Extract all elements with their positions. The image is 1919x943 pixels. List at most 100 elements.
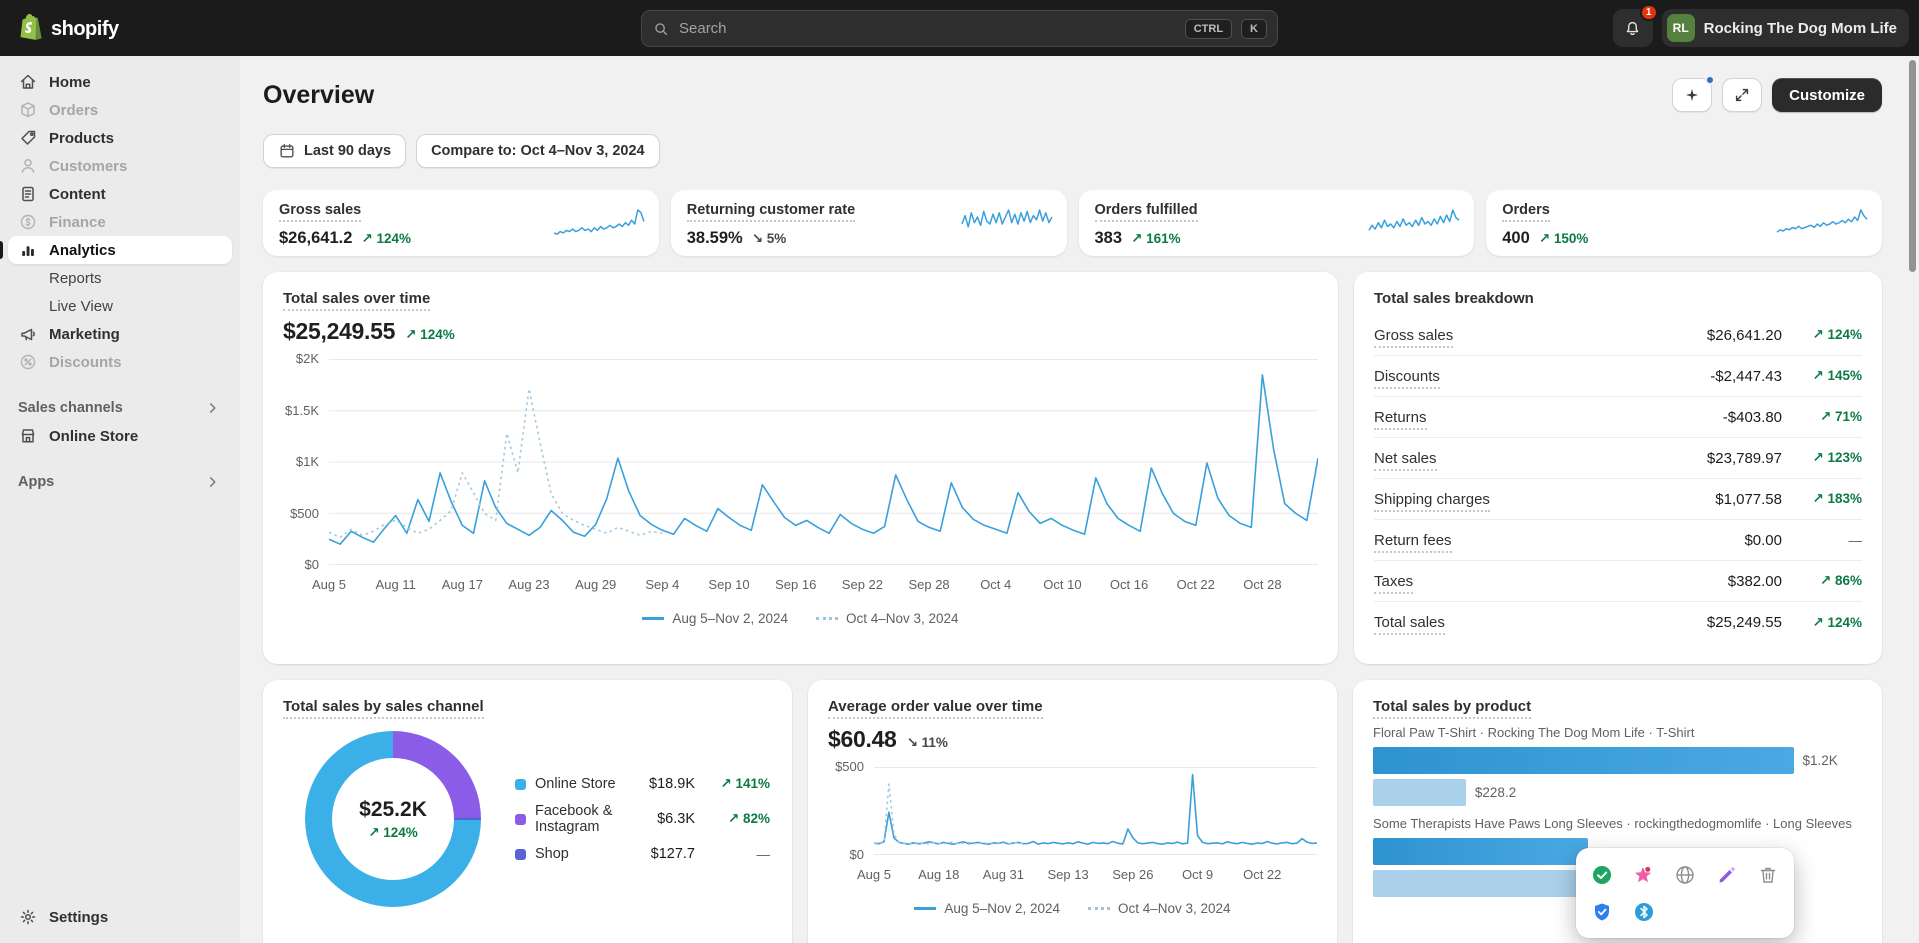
breakdown-value: $0.00 xyxy=(1744,532,1782,549)
x-axis-label: Oct 22 xyxy=(1177,577,1215,592)
plot-area: Aug 5Aug 11Aug 17Aug 23Aug 29Sep 4Sep 10… xyxy=(329,359,1318,601)
shopify-logo[interactable]: shopify xyxy=(18,13,119,45)
sidebar-item-discounts[interactable]: Discounts xyxy=(8,348,232,376)
breakdown-label: Discounts xyxy=(1374,368,1440,389)
sidebar-item-marketing[interactable]: Marketing xyxy=(8,320,232,348)
trash-icon[interactable] xyxy=(1756,863,1780,887)
sidebar-item-online-store[interactable]: Online Store xyxy=(8,422,232,450)
sidebar-item-settings[interactable]: Settings xyxy=(8,903,232,931)
product-name: Some Therapists Have Paws Long Sleeves ·… xyxy=(1373,816,1862,831)
channel-legend-row-online-store[interactable]: Online Store$18.9K↗ 141% xyxy=(515,776,770,792)
sidebar-item-content[interactable]: Content xyxy=(8,180,232,208)
metric-card-orders-fulfilled[interactable]: Orders fulfilled383↗ 161% xyxy=(1079,190,1475,256)
product-bar[interactable] xyxy=(1373,870,1578,897)
breakdown-row-gross-sales[interactable]: Gross sales$26,641.20↗ 124% xyxy=(1374,315,1862,356)
breakdown-value: $26,641.20 xyxy=(1707,327,1782,344)
product-bar[interactable] xyxy=(1373,838,1588,865)
breakdown-change: ↗ 86% xyxy=(1782,573,1862,589)
discounts-icon xyxy=(18,352,38,372)
search-placeholder: Search xyxy=(679,20,1176,37)
sales-channels-header[interactable]: Sales channels xyxy=(8,394,232,422)
breakdown-row-returns[interactable]: Returns-$403.80↗ 71% xyxy=(1374,397,1862,438)
metric-card-gross-sales[interactable]: Gross sales$26,641.2↗ 124% xyxy=(263,190,659,256)
breakdown-row-discounts[interactable]: Discounts-$2,447.43↗ 145% xyxy=(1374,356,1862,397)
card-title[interactable]: Total sales by sales channel xyxy=(283,698,772,715)
bar-value-label: $228.2 xyxy=(1475,785,1516,800)
legend-item[interactable]: Oct 4–Nov 3, 2024 xyxy=(816,611,959,626)
bluetooth-icon[interactable] xyxy=(1632,900,1656,924)
shield-icon[interactable] xyxy=(1590,900,1614,924)
metric-card-returning-customer-rate[interactable]: Returning customer rate38.59%↘ 5% xyxy=(671,190,1067,256)
product-group: Floral Paw T-Shirt · Rocking The Dog Mom… xyxy=(1373,725,1862,806)
metric-value: 383 xyxy=(1095,229,1123,248)
metric-card-orders[interactable]: Orders400↗ 150% xyxy=(1486,190,1882,256)
metric-label: Returning customer rate xyxy=(687,202,855,222)
legend-item[interactable]: Aug 5–Nov 2, 2024 xyxy=(914,901,1060,916)
sidebar-item-finance[interactable]: Finance xyxy=(8,208,232,236)
date-range-button[interactable]: Last 90 days xyxy=(263,134,406,168)
sidebar-item-home[interactable]: Home xyxy=(8,68,232,96)
sidebar-item-live-view[interactable]: Live View xyxy=(8,292,232,320)
check-icon[interactable] xyxy=(1590,863,1614,887)
metric-sparkline xyxy=(553,205,645,246)
apps-label: Apps xyxy=(18,474,54,490)
analytics-icon xyxy=(18,240,38,260)
product-bar[interactable] xyxy=(1373,779,1466,806)
y-axis-label: $0 xyxy=(305,557,319,572)
breakdown-row-taxes[interactable]: Taxes$382.00↗ 86% xyxy=(1374,561,1862,602)
store-menu[interactable]: RL Rocking The Dog Mom Life xyxy=(1662,9,1909,47)
breakdown-change: ↗ 123% xyxy=(1782,450,1862,466)
globe-icon[interactable] xyxy=(1673,863,1697,887)
donut-chart: $25.2K↗ 124% xyxy=(305,731,481,907)
search-bar[interactable]: Search CTRL K xyxy=(641,10,1278,47)
channel-legend-row-shop[interactable]: Shop$127.7— xyxy=(515,846,770,862)
legend-item[interactable]: Oct 4–Nov 3, 2024 xyxy=(1088,901,1231,916)
metric-change: ↗ 150% xyxy=(1539,231,1589,247)
sidebar-item-customers[interactable]: Customers xyxy=(8,152,232,180)
x-axis-label: Oct 10 xyxy=(1043,577,1081,592)
sidebar-item-orders[interactable]: Orders xyxy=(8,96,232,124)
donut-change: ↗ 124% xyxy=(368,825,418,841)
channel-label: Shop xyxy=(535,846,622,862)
avg-order-value: $60.48 xyxy=(828,726,897,753)
compare-button[interactable]: Compare to: Oct 4–Nov 3, 2024 xyxy=(416,134,660,168)
legend-item[interactable]: Aug 5–Nov 2, 2024 xyxy=(642,611,788,626)
channel-value: $6.3K xyxy=(631,811,695,827)
breakdown-row-shipping-charges[interactable]: Shipping charges$1,077.58↗ 183% xyxy=(1374,479,1862,520)
topbar-right: 1 RL Rocking The Dog Mom Life xyxy=(1613,9,1909,47)
card-title-text: Total sales breakdown xyxy=(1374,290,1534,309)
highlight-icon[interactable] xyxy=(1632,863,1656,887)
card-title[interactable]: Average order value over time xyxy=(828,698,1317,715)
fullscreen-button[interactable] xyxy=(1722,78,1762,112)
sidebar-item-reports[interactable]: Reports xyxy=(8,264,232,292)
pencil-icon[interactable] xyxy=(1715,863,1739,887)
orders-icon xyxy=(18,100,38,120)
finance-icon xyxy=(18,212,38,232)
breakdown-value: $25,249.55 xyxy=(1707,614,1782,631)
card-title-text: Total sales by product xyxy=(1373,698,1531,719)
store-icon xyxy=(18,426,38,446)
customize-button[interactable]: Customize xyxy=(1772,78,1882,112)
product-bar[interactable] xyxy=(1373,747,1794,774)
notification-dot xyxy=(1705,75,1715,85)
sidebar-item-products[interactable]: Products xyxy=(8,124,232,152)
insights-icon xyxy=(1683,86,1701,104)
breakdown-row-net-sales[interactable]: Net sales$23,789.97↗ 123% xyxy=(1374,438,1862,479)
legend-swatch-solid xyxy=(642,617,664,620)
card-title[interactable]: Total sales over time xyxy=(283,290,1318,307)
legend-label: Aug 5–Nov 2, 2024 xyxy=(944,901,1060,916)
card-title[interactable]: Total sales by product xyxy=(1373,698,1862,715)
scrollbar-thumb[interactable] xyxy=(1909,60,1916,272)
x-axis-label: Aug 31 xyxy=(983,867,1024,882)
breakdown-row-total-sales[interactable]: Total sales$25,249.55↗ 124% xyxy=(1374,602,1862,643)
notifications-button[interactable]: 1 xyxy=(1613,9,1653,47)
apps-header[interactable]: Apps xyxy=(8,468,232,496)
channel-legend-row-facebook-instagram[interactable]: Facebook & Instagram$6.3K↗ 82% xyxy=(515,803,770,835)
breakdown-row-return-fees[interactable]: Return fees$0.00— xyxy=(1374,520,1862,561)
breakdown-value: $382.00 xyxy=(1728,573,1782,590)
x-axis-label: Sep 22 xyxy=(842,577,883,592)
insights-button[interactable] xyxy=(1672,78,1712,112)
sidebar-item-analytics[interactable]: Analytics xyxy=(8,236,232,264)
x-axis-label: Aug 18 xyxy=(918,867,959,882)
chevron-right-icon xyxy=(204,399,222,417)
